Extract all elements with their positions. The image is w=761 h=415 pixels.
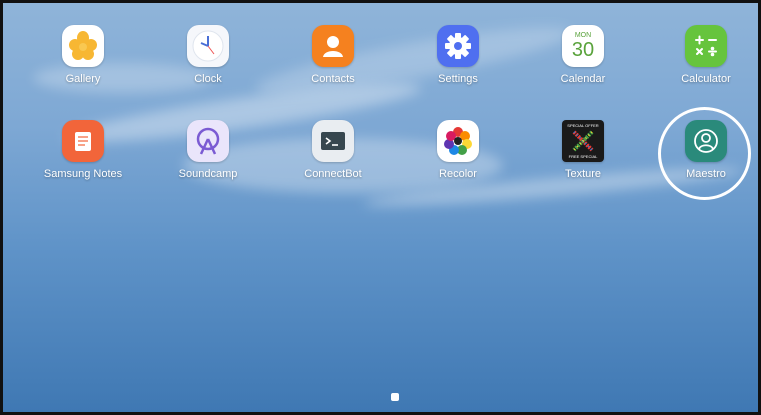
app-label: Soundcamp xyxy=(178,168,238,180)
clock-icon xyxy=(187,25,229,67)
app-label: ConnectBot xyxy=(304,168,362,180)
calendar-day: 30 xyxy=(571,39,595,61)
texture-x-icon: SPECIAL OFFER FREE SPECIAL xyxy=(562,120,604,162)
home-screen: Gallery Clock Contacts Settings MON 30 C… xyxy=(0,0,761,415)
app-label: Calendar xyxy=(560,73,606,85)
app-label: Recolor xyxy=(439,168,477,180)
texture-badge-bottom: FREE SPECIAL xyxy=(568,154,598,159)
app-settings[interactable]: Settings xyxy=(408,25,508,85)
app-calendar[interactable]: MON 30 Calendar xyxy=(533,25,633,85)
app-contacts[interactable]: Contacts xyxy=(283,25,383,85)
calendar-icon: MON 30 xyxy=(562,25,604,67)
app-label: Gallery xyxy=(65,73,101,85)
color-wheel-icon xyxy=(437,120,479,162)
app-gallery[interactable]: Gallery xyxy=(33,25,133,85)
app-label: Calculator xyxy=(681,73,731,85)
terminal-icon xyxy=(312,120,354,162)
app-label: Texture xyxy=(564,168,602,180)
app-label: Contacts xyxy=(311,73,355,85)
page-indicator-dot[interactable] xyxy=(391,393,399,401)
person-icon xyxy=(312,25,354,67)
flower-icon xyxy=(62,25,104,67)
app-recolor[interactable]: Recolor xyxy=(408,120,508,180)
app-label: Clock xyxy=(194,73,222,85)
app-clock[interactable]: Clock xyxy=(158,25,258,85)
radio-tower-icon xyxy=(187,120,229,162)
app-texture[interactable]: SPECIAL OFFER FREE SPECIAL Texture xyxy=(533,120,633,180)
gear-icon xyxy=(437,25,479,67)
app-connectbot[interactable]: ConnectBot xyxy=(283,120,383,180)
app-soundcamp[interactable]: Soundcamp xyxy=(158,120,258,180)
notepad-icon xyxy=(62,120,104,162)
app-label: Settings xyxy=(438,73,478,85)
app-label: Samsung Notes xyxy=(43,168,123,180)
app-samsung-notes[interactable]: Samsung Notes xyxy=(33,120,133,180)
calculator-icon xyxy=(685,25,727,67)
app-calculator[interactable]: Calculator xyxy=(656,25,756,85)
highlight-ring xyxy=(658,107,751,200)
